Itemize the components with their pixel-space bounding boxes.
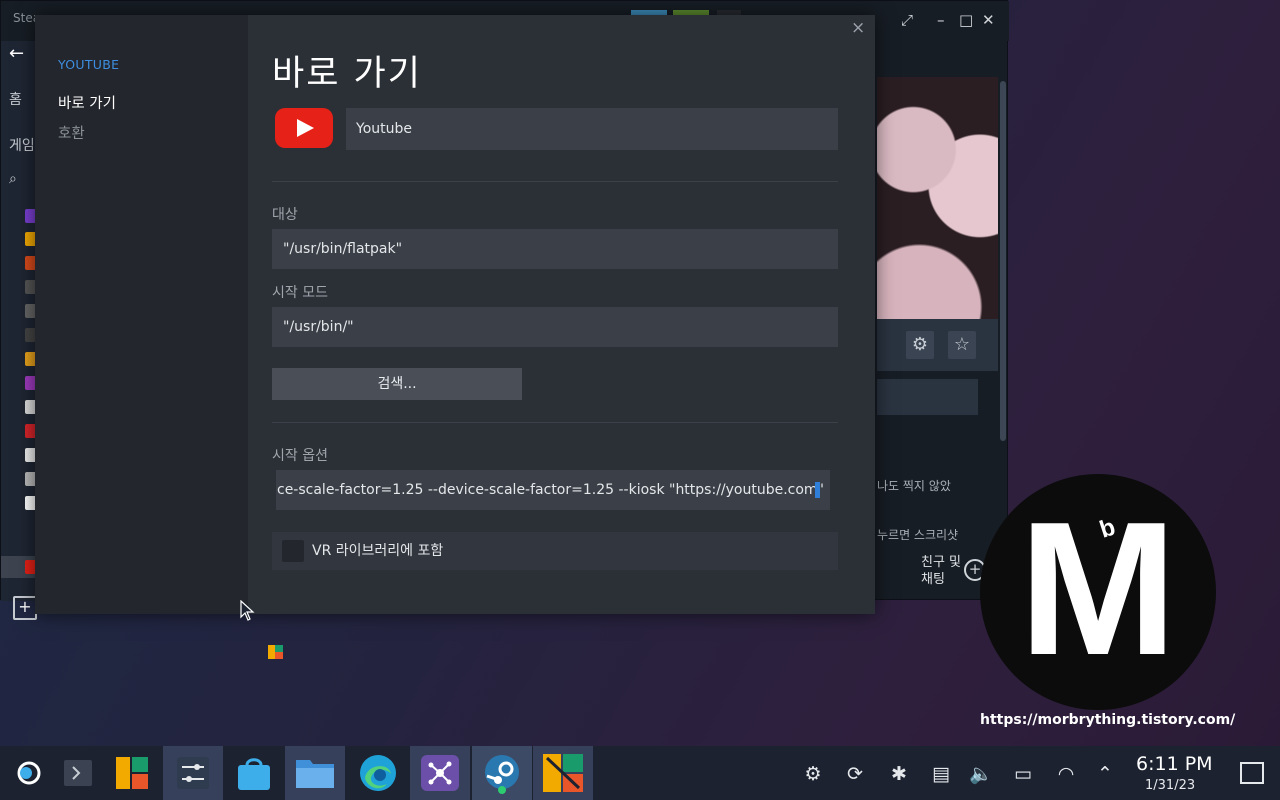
vr-label: VR 라이브러리에 포함 bbox=[312, 543, 444, 559]
search-icon[interactable]: ⌕ bbox=[9, 171, 17, 187]
steam-logo-icon bbox=[485, 755, 519, 794]
add-game-button[interactable]: + bbox=[13, 596, 37, 620]
friends-label-line1: 친구 및 bbox=[921, 555, 962, 570]
taskbar bbox=[0, 746, 1280, 800]
desktop-app-icon[interactable] bbox=[268, 645, 283, 659]
sliders-icon bbox=[177, 757, 209, 789]
network-app-tray-icon[interactable]: ✱ bbox=[886, 761, 912, 787]
app-grid-icon bbox=[543, 754, 583, 792]
dialog-close-button[interactable]: × bbox=[851, 18, 865, 38]
nav-games[interactable]: 게임 bbox=[9, 135, 35, 155]
launch-options-value: -device-scale-factor=1.25 --device-scale… bbox=[272, 482, 824, 498]
steam-sidebar: ← 홈 게임 ⌕ + bbox=[1, 41, 37, 620]
chevron-up-icon[interactable]: ⌃ bbox=[1092, 761, 1118, 787]
nav-shortcut[interactable]: 바로 가기 bbox=[58, 92, 116, 113]
taskbar-colorful-app-2[interactable] bbox=[533, 746, 593, 800]
terminal-icon bbox=[64, 760, 92, 786]
maximize-button[interactable]: □ bbox=[959, 11, 973, 29]
clock-date[interactable]: 1/31/23 bbox=[1145, 778, 1195, 793]
launch-options-field[interactable]: -device-scale-factor=1.25 --device-scale… bbox=[272, 470, 838, 510]
back-arrow-icon[interactable]: ← bbox=[9, 43, 24, 64]
clipboard-icon[interactable]: ▤ bbox=[928, 761, 954, 787]
browse-button[interactable]: 검색... bbox=[272, 368, 522, 400]
divider bbox=[272, 181, 838, 182]
volume-icon[interactable]: 🔈 bbox=[968, 761, 994, 787]
vr-library-option[interactable]: VR 라이브러리에 포함 bbox=[272, 532, 838, 570]
watermark-url: https://morbrything.tistory.com/ bbox=[980, 712, 1236, 728]
nav-compatibility[interactable]: 호환 bbox=[58, 122, 85, 143]
taskbar-steam[interactable] bbox=[472, 746, 532, 800]
close-button[interactable]: ✕ bbox=[982, 11, 995, 29]
taskbar-colorful-app[interactable] bbox=[102, 746, 162, 800]
friends-chat-button[interactable]: 친구 및 채팅 bbox=[921, 554, 961, 588]
taskbar-edge-browser[interactable] bbox=[348, 746, 408, 800]
vr-checkbox[interactable] bbox=[282, 540, 304, 562]
browser-icon bbox=[360, 755, 396, 791]
watermark-logo: M b bbox=[980, 474, 1216, 710]
nav-home[interactable]: 홈 bbox=[9, 89, 22, 109]
steam-tray-icon[interactable]: ⚙ bbox=[800, 761, 826, 787]
update-tray-icon[interactable]: ⟳ bbox=[842, 761, 868, 787]
taskbar-system-settings[interactable] bbox=[163, 746, 223, 800]
divider bbox=[272, 422, 838, 423]
app-grid-icon bbox=[116, 757, 148, 789]
game-hero-image bbox=[877, 77, 998, 319]
graph-network-icon bbox=[421, 755, 459, 791]
mouse-cursor-icon bbox=[240, 600, 255, 621]
target-label: 대상 bbox=[272, 207, 298, 223]
play-icon bbox=[297, 119, 314, 137]
activity-text: 나도 찍지 않았 bbox=[877, 479, 951, 493]
show-desktop-button[interactable] bbox=[1240, 762, 1264, 784]
shopping-bag-icon bbox=[238, 758, 270, 790]
folder-icon bbox=[296, 760, 334, 788]
launch-options-label: 시작 옵션 bbox=[272, 448, 328, 464]
text-cursor bbox=[815, 482, 820, 498]
taskbar-network-app[interactable] bbox=[410, 746, 470, 800]
taskbar-discover-store[interactable] bbox=[224, 746, 284, 800]
battery-icon[interactable]: ▭ bbox=[1010, 761, 1036, 787]
target-field[interactable]: "/usr/bin/flatpak" bbox=[272, 229, 838, 269]
friends-label-line2: 채팅 bbox=[921, 572, 945, 587]
steamos-logo-icon bbox=[17, 761, 41, 785]
wifi-icon[interactable]: ◠ bbox=[1053, 761, 1079, 787]
activity-text: 누르면 스크리샷 bbox=[877, 528, 959, 542]
clock-time[interactable]: 6:11 PM bbox=[1136, 753, 1213, 775]
page-title: 바로 가기 bbox=[272, 54, 422, 94]
dialog-sidebar: YOUTUBE 바로 가기 호환 bbox=[35, 15, 248, 614]
scrollbar[interactable] bbox=[1000, 81, 1006, 441]
app-name-heading: YOUTUBE bbox=[58, 57, 120, 72]
minimize-button[interactable]: – bbox=[937, 11, 945, 29]
taskbar-file-manager[interactable] bbox=[285, 746, 345, 800]
start-in-field[interactable]: "/usr/bin/" bbox=[272, 307, 838, 347]
star-icon[interactable]: ☆ bbox=[948, 331, 976, 359]
properties-dialog: YOUTUBE 바로 가기 호환 × 바로 가기 Youtube 대상 "/us… bbox=[35, 15, 875, 614]
taskbar-konsole[interactable] bbox=[48, 746, 108, 800]
info-panel bbox=[877, 379, 978, 415]
start-in-label: 시작 모드 bbox=[272, 285, 328, 301]
game-action-bar bbox=[877, 319, 998, 371]
gear-icon[interactable]: ⚙ bbox=[906, 331, 934, 359]
fullscreen-icon[interactable]: ⤢ bbox=[901, 11, 913, 29]
shortcut-name-field[interactable]: Youtube bbox=[346, 108, 838, 150]
